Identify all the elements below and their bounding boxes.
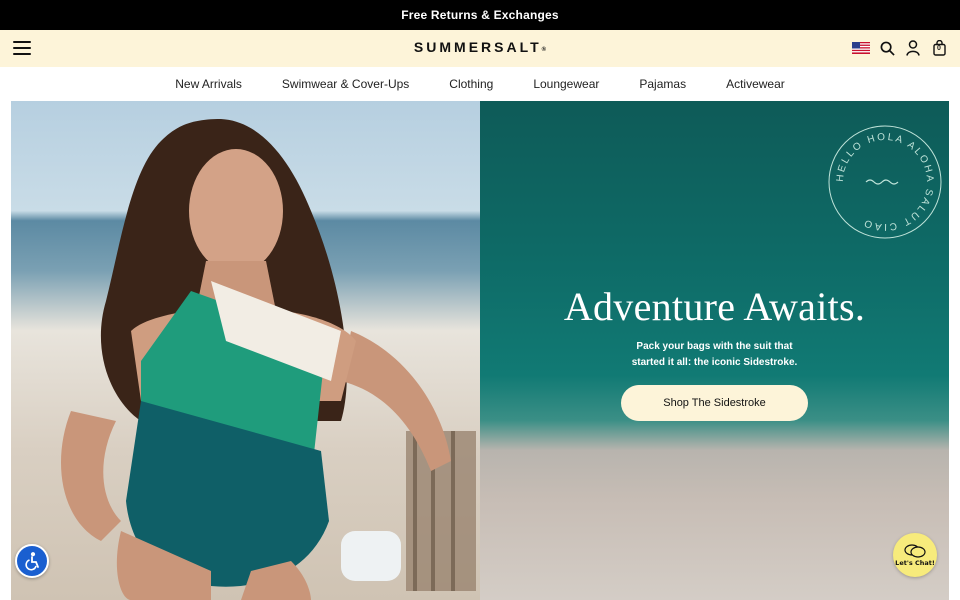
hero-image-model[interactable] — [11, 101, 480, 600]
chat-bubbles-icon — [904, 543, 926, 558]
greeting-stamp-icon: HELLO HOLA ALOHA SALUT CIAO — [828, 125, 942, 239]
main-nav: New Arrivals Swimwear & Cover-Ups Clothi… — [0, 67, 960, 101]
cart-icon[interactable]: 0 — [930, 39, 948, 57]
nav-item-loungewear[interactable]: Loungewear — [533, 77, 599, 91]
chat-label: Let's Chat! — [895, 558, 935, 567]
site-header: SUMMERSALT® 0 — [0, 30, 960, 67]
search-icon[interactable] — [878, 39, 896, 57]
hero-subtitle: Pack your bags with the suit that starte… — [631, 341, 798, 368]
hero-copy: Adventure Awaits. Pack your bags with th… — [480, 287, 949, 421]
chat-button[interactable]: Let's Chat! — [893, 533, 937, 577]
header-icons: 0 — [852, 39, 948, 57]
nav-item-pajamas[interactable]: Pajamas — [639, 77, 686, 91]
hero-title: Adventure Awaits. — [563, 284, 866, 329]
us-flag-icon[interactable] — [852, 39, 870, 57]
accessibility-button[interactable] — [15, 544, 49, 578]
nav-item-swimwear[interactable]: Swimwear & Cover-Ups — [282, 77, 409, 91]
logo-text[interactable]: SUMMERSALT — [414, 39, 542, 55]
logo-mark: ® — [541, 47, 547, 53]
nav-item-activewear[interactable]: Activewear — [726, 77, 785, 91]
announcement-bar[interactable]: Free Returns & Exchanges — [0, 0, 960, 30]
model-illustration — [61, 119, 476, 600]
shop-sidestroke-button[interactable]: Shop The Sidestroke — [621, 385, 808, 421]
hero-promo-panel: HELLO HOLA ALOHA SALUT CIAO Adventure Aw… — [480, 101, 949, 600]
account-icon[interactable] — [904, 39, 922, 57]
nav-item-clothing[interactable]: Clothing — [449, 77, 493, 91]
accessibility-icon — [25, 552, 39, 571]
cart-count: 0 — [937, 45, 941, 52]
nav-item-new-arrivals[interactable]: New Arrivals — [175, 77, 242, 91]
announcement-text[interactable]: Free Returns & Exchanges — [401, 8, 559, 22]
site-logo[interactable]: SUMMERSALT® — [0, 39, 960, 55]
svg-text:HELLO HOLA ALOHA SALUT CIAO: HELLO HOLA ALOHA SALUT CIAO — [835, 132, 935, 232]
